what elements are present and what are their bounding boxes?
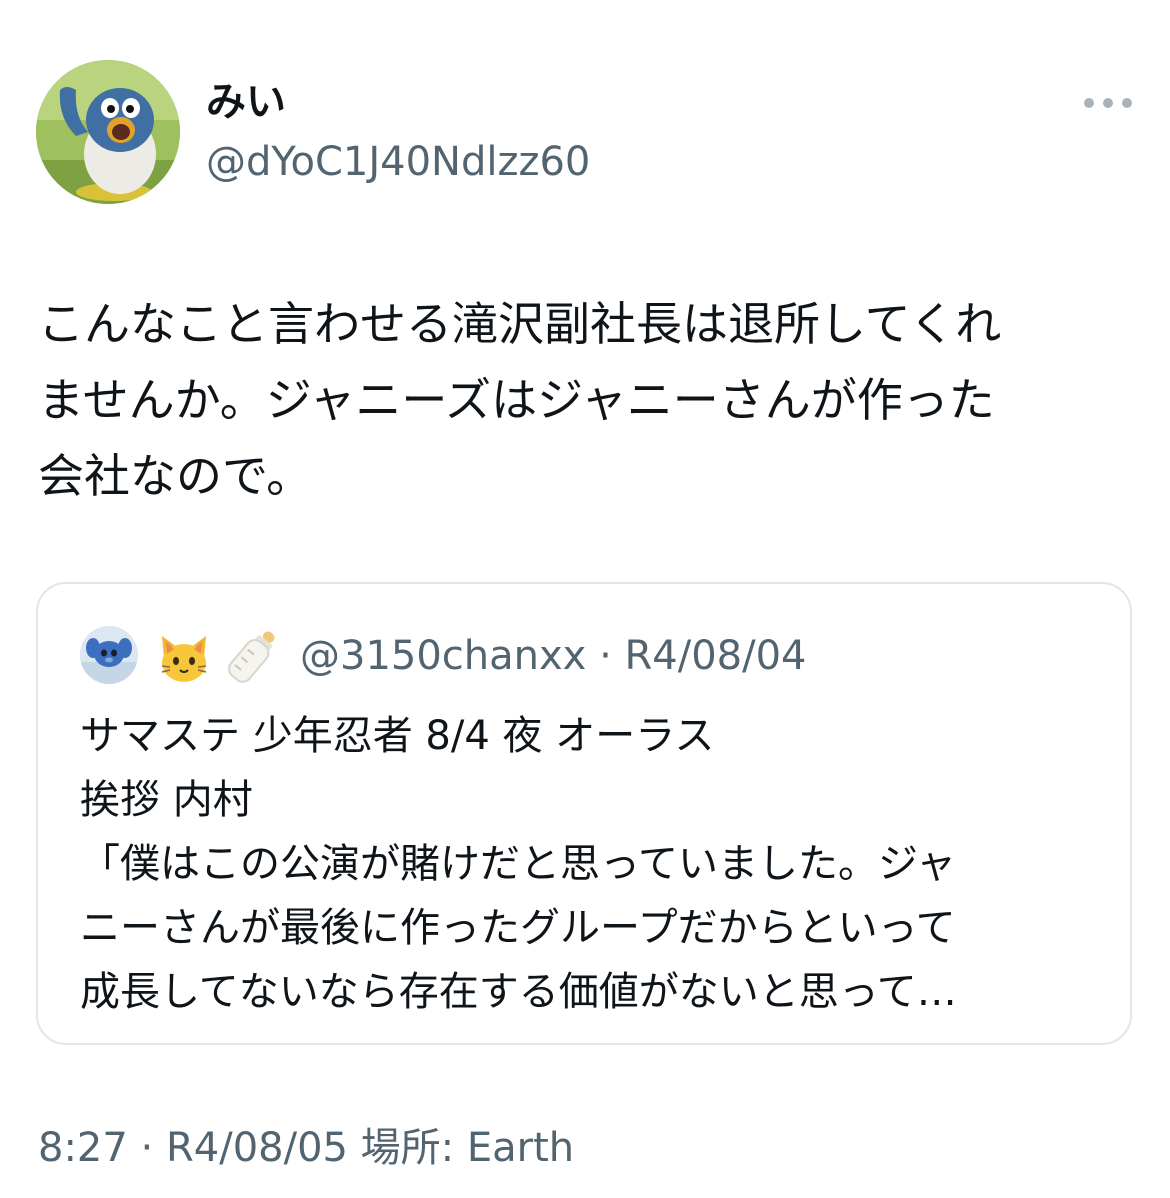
cat-face-icon xyxy=(161,636,207,682)
tweet-timestamp[interactable]: 8:27 · R4/08/05 場所: Earth xyxy=(38,1124,574,1172)
quoted-text-line: サマステ 少年忍者 8/4 夜 オーラス xyxy=(80,713,715,759)
tweet-text-line: 会社なので。 xyxy=(38,449,313,503)
more-options-icon[interactable] xyxy=(1084,88,1132,118)
author-display-name[interactable]: みい xyxy=(206,78,286,126)
tweet-text-line: ませんか。ジャニーズはジャニーさんが作った xyxy=(38,373,995,427)
more-dot xyxy=(1084,98,1094,108)
more-dot xyxy=(1122,98,1132,108)
quoted-text-line: 「僕はこの公演が賭けだと思っていました。ジャ xyxy=(80,841,956,887)
author-avatar[interactable] xyxy=(36,60,180,204)
tweet-text-line: こんなこと言わせる滝沢副社長は退所してくれ xyxy=(38,297,1002,351)
author-handle[interactable]: @dYoC1J40Ndlzz60 xyxy=(206,138,590,186)
quoted-text-line: 成長してないなら存在する価値がないと思って… xyxy=(80,969,957,1015)
quoted-author-meta[interactable]: @3150chanxx · R4/08/04 xyxy=(300,632,806,680)
penguin-avatar-icon xyxy=(36,60,180,204)
quoted-tweet-card[interactable]: @3150chanxx · R4/08/04 サマステ 少年忍者 8/4 夜 オ… xyxy=(36,582,1132,1045)
tweet-text: こんなこと言わせる滝沢副社長は退所してくれ ませんか。ジャニーズはジャニーさんが… xyxy=(38,286,1133,514)
baby-bottle-icon xyxy=(228,631,275,683)
quoted-author-avatar[interactable] xyxy=(80,626,138,684)
quoted-text-line: ニーさんが最後に作ったグループだからといって xyxy=(80,905,956,951)
quoted-tweet-text: サマステ 少年忍者 8/4 夜 オーラス 挨拶 内村 「僕はこの公演が賭けだと思… xyxy=(80,704,1090,1024)
quoted-text-line: 挨拶 内村 xyxy=(80,777,253,823)
stitch-avatar-icon xyxy=(80,626,138,684)
more-dot xyxy=(1103,98,1113,108)
